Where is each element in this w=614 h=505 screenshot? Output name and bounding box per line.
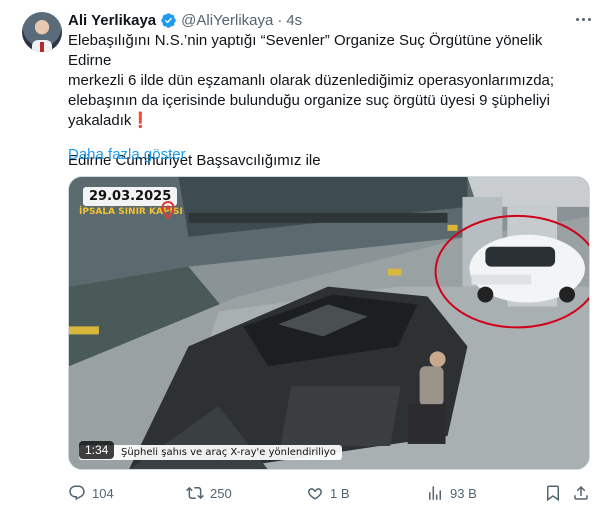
- like-count: 1 B: [330, 485, 350, 501]
- bookmark-button[interactable]: [544, 483, 568, 503]
- views-button[interactable]: 93 B: [426, 483, 477, 503]
- tweet-text-line: Elebaşılığını N.S.’nin yaptığı “Sevenler…: [68, 32, 543, 69]
- reply-icon: [69, 485, 85, 501]
- reply-count: 104: [92, 485, 114, 501]
- heart-icon: [308, 488, 322, 500]
- like-button[interactable]: 1 B: [306, 483, 350, 503]
- tweet-text-line: elebaşının da içerisinde bulunduğu organ…: [68, 92, 550, 109]
- tweet-text-end: yakaladık: [68, 112, 132, 129]
- repost-button[interactable]: 250: [186, 483, 232, 503]
- tweet-text-line: merkezli 6 ilde dün eşzamanlı olarak düz…: [68, 72, 555, 89]
- author-avatar[interactable]: [22, 12, 62, 52]
- tweet-timestamp[interactable]: 4s: [286, 12, 302, 29]
- repost-count: 250: [210, 485, 232, 501]
- location-pin-icon: [161, 201, 175, 219]
- views-count: 93 B: [450, 485, 477, 501]
- more-options-icon[interactable]: [572, 9, 594, 29]
- reply-button[interactable]: 104: [68, 483, 114, 503]
- author-handle[interactable]: @AliYerlikaya: [181, 12, 273, 29]
- share-button[interactable]: [572, 483, 596, 503]
- tweet-actions: 104 250 1 B 93 B: [68, 483, 592, 503]
- video-frame: [69, 177, 589, 469]
- tweet-header: Ali Yerlikaya @AliYerlikaya · 4s: [68, 10, 302, 30]
- verified-badge-icon: [161, 12, 176, 28]
- separator-dot: ·: [277, 11, 283, 29]
- repost-icon: [186, 486, 204, 500]
- video-caption: Şüpheli şahıs ve araç X-ray'e yönlendiri…: [79, 445, 342, 460]
- video-media[interactable]: 29.03.2025 İPSALA SINIR KAPISI Şüpheli ş…: [68, 176, 590, 470]
- exclamation-emoji: ❗: [131, 112, 151, 129]
- video-duration: 1:34: [79, 441, 115, 459]
- author-name[interactable]: Ali Yerlikaya: [68, 12, 156, 29]
- tweet-text-line: yakaladık❗: [68, 111, 568, 131]
- show-more-link[interactable]: Daha fazla göster: [68, 146, 186, 163]
- avatar-tie: [40, 42, 44, 52]
- share-icon: [574, 485, 588, 500]
- views-chart-icon: [429, 486, 441, 500]
- bookmark-icon: [547, 485, 559, 502]
